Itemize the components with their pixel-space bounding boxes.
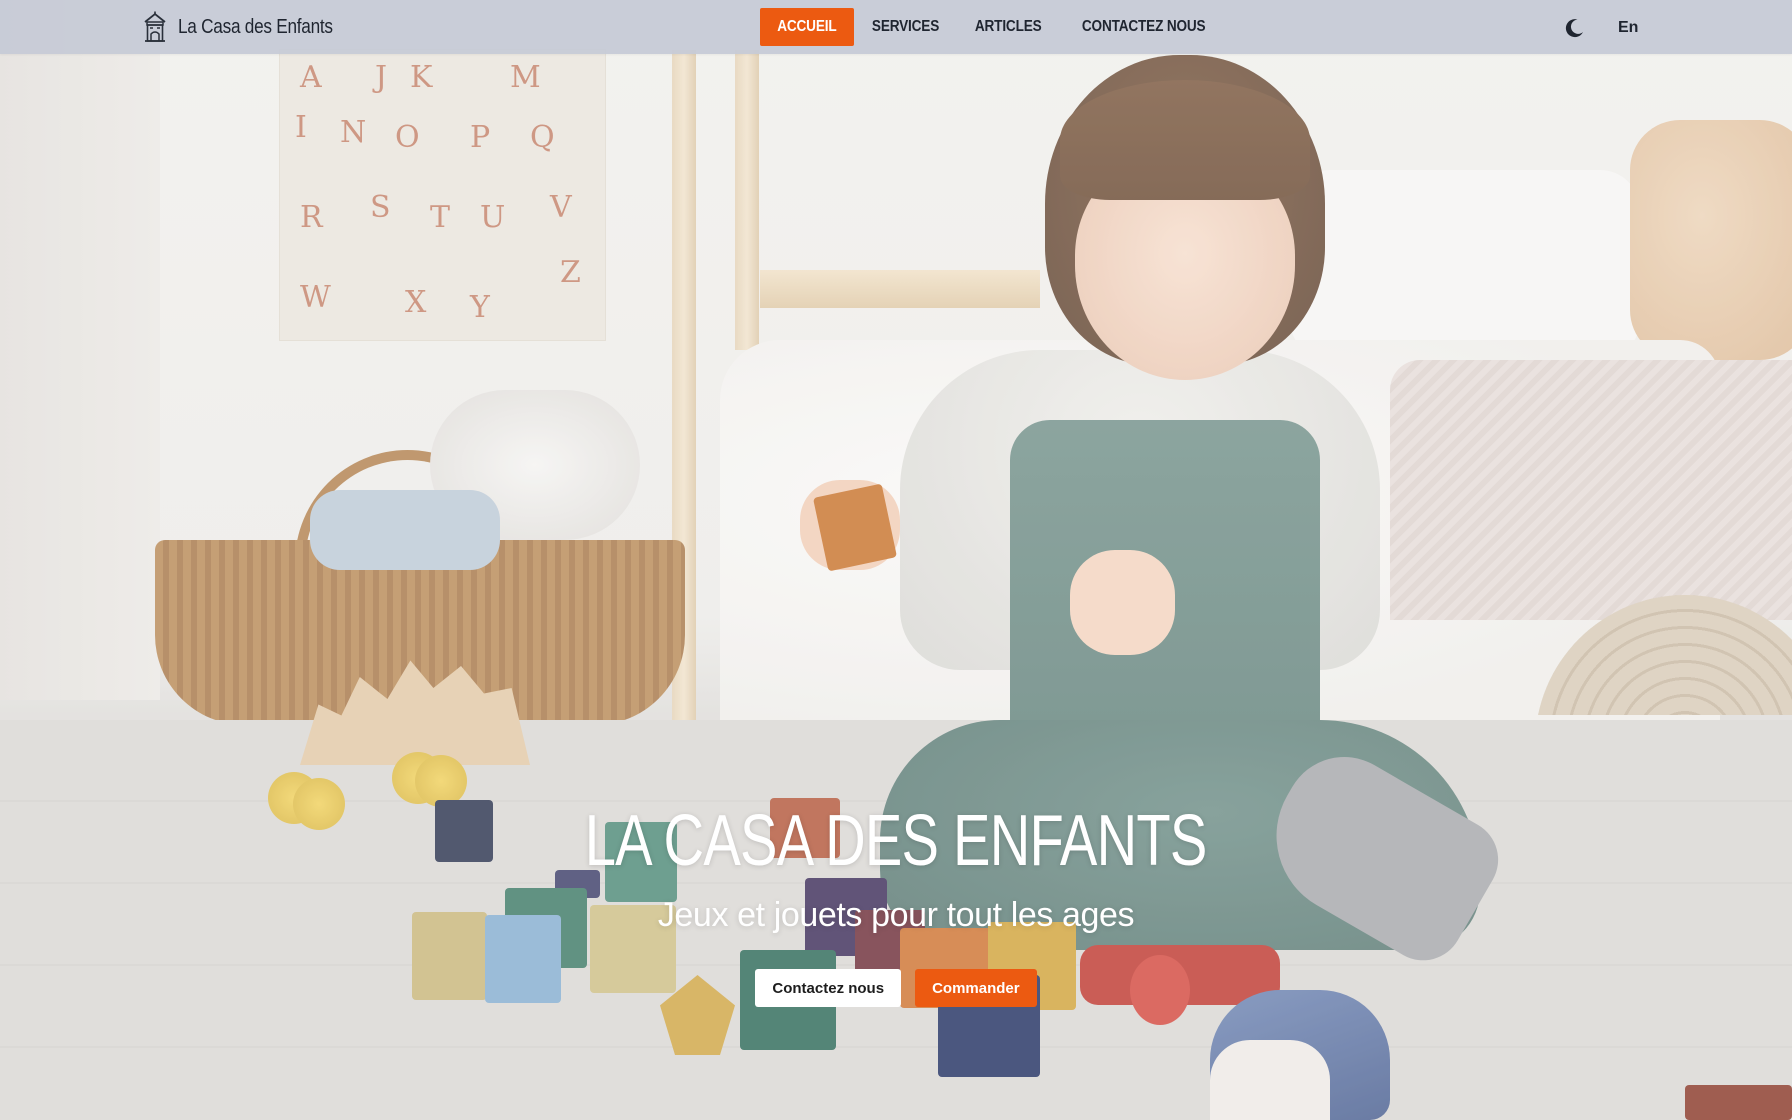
- theme-toggle-button[interactable]: [1560, 14, 1588, 42]
- hero-title: LA CASA DES ENFANTS: [585, 801, 1208, 881]
- brand-name: La Casa des Enfants: [178, 15, 333, 38]
- nav-item-services[interactable]: SERVICES: [854, 8, 957, 46]
- nav-item-articles[interactable]: ARTICLES: [957, 8, 1059, 46]
- nav-item-contactez-nous[interactable]: CONTACTEZ NOUS: [1059, 8, 1228, 46]
- hero-section: LA CASA DES ENFANTS Jeux et jouets pour …: [0, 800, 1792, 1007]
- brand-logo-link[interactable]: La Casa des Enfants: [142, 8, 358, 46]
- contact-us-button[interactable]: Contactez nous: [755, 969, 902, 1007]
- language-switch[interactable]: En: [1618, 14, 1638, 42]
- nav-item-accueil[interactable]: ACCUEIL: [760, 8, 854, 46]
- house-icon: [144, 11, 166, 42]
- main-menu: ACCUEIL SERVICES ARTICLES CONTACTEZ NOUS: [760, 8, 1229, 46]
- order-button[interactable]: Commander: [915, 969, 1037, 1007]
- hero-actions: Contactez nous Commander: [755, 969, 1037, 1007]
- moon-icon: [1565, 19, 1583, 38]
- top-navbar: La Casa des Enfants ACCUEIL SERVICES ART…: [0, 0, 1792, 54]
- hero-subtitle: Jeux et jouets pour tout les ages: [657, 896, 1135, 934]
